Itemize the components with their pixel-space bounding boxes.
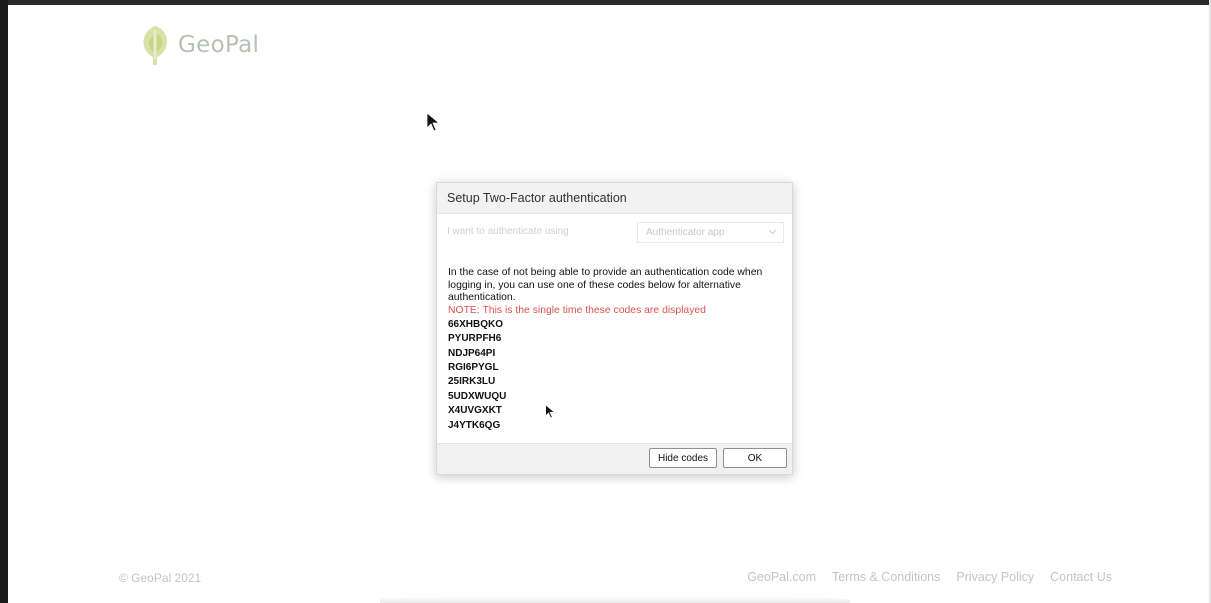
auth-method-value: Authenticator app [646, 227, 725, 238]
logo-text: GeoPal [178, 32, 260, 58]
mouse-cursor-icon [426, 112, 440, 132]
bottom-shadow [380, 596, 850, 603]
backup-code: PYURPFH6 [448, 333, 502, 345]
auth-method-label: I want to authenticate using [447, 226, 569, 237]
codes-warning-note: NOTE: This is the single time these code… [448, 305, 706, 317]
window-left-border [0, 0, 8, 603]
footer-link-contact[interactable]: Contact Us [1050, 570, 1112, 584]
app-window: GeoPal Setup Two-Factor authentication I… [0, 0, 1211, 603]
window-top-border [0, 0, 1211, 5]
dialog-footer: Hide codes OK [437, 443, 792, 474]
dialog-body: In the case of not being able to provide… [448, 267, 786, 433]
ok-button[interactable]: OK [723, 448, 787, 468]
backup-code: J4YTK6QG [448, 419, 501, 431]
hide-codes-button[interactable]: Hide codes [649, 448, 717, 468]
chevron-down-icon [768, 229, 777, 235]
two-factor-dialog: Setup Two-Factor authentication I want t… [436, 182, 793, 475]
dialog-header: Setup Two-Factor authentication [437, 183, 792, 214]
footer-link-privacy[interactable]: Privacy Policy [956, 570, 1034, 584]
backup-code: RGI6PYGL [448, 362, 499, 374]
page-footer: © GeoPal 2021 GeoPal.com Terms & Conditi… [0, 568, 1211, 590]
auth-method-select[interactable]: Authenticator app [637, 222, 784, 243]
backup-codes-list: 66XHBQKO PYURPFH6 NDJP64PI RGI6PYGL 25IR… [448, 318, 786, 433]
backup-code: 66XHBQKO [448, 318, 504, 330]
footer-links: GeoPal.com Terms & Conditions Privacy Po… [747, 570, 1112, 584]
copyright-text: © GeoPal 2021 [119, 571, 202, 585]
auth-method-row: I want to authenticate using Authenticat… [447, 222, 784, 244]
backup-code: 5UDXWUQU [448, 390, 507, 402]
backup-codes-instructions: In the case of not being able to provide… [448, 267, 763, 304]
footer-link-terms[interactable]: Terms & Conditions [832, 570, 940, 584]
leaf-logo-icon [143, 26, 167, 65]
backup-code: X4UVGXKT [448, 405, 502, 417]
backup-code: NDJP64PI [448, 347, 496, 359]
footer-link-geopal-com[interactable]: GeoPal.com [747, 570, 816, 584]
mouse-cursor-icon [545, 404, 555, 419]
geopal-logo[interactable]: GeoPal [138, 24, 259, 66]
backup-code: 25IRK3LU [448, 376, 496, 388]
dialog-title: Setup Two-Factor authentication [447, 191, 627, 205]
